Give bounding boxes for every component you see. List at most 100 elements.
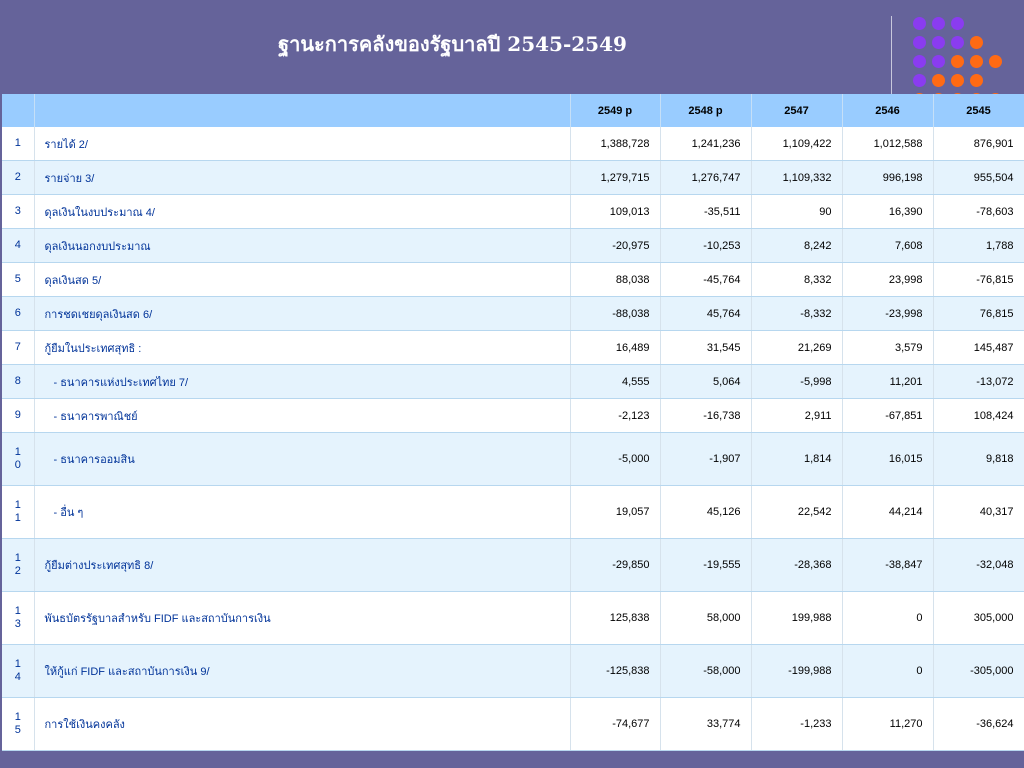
- cell-value: -5,998: [751, 364, 843, 399]
- cell-value: -29,850: [570, 538, 661, 592]
- cell-value: -67,851: [842, 398, 934, 433]
- row-index: 7: [2, 330, 35, 365]
- header-2545: 2545: [933, 94, 1024, 127]
- decorative-dot: [951, 36, 964, 49]
- decorative-dot: [951, 17, 964, 30]
- cell-value: -5,000: [570, 432, 661, 486]
- cell-value: 5,064: [660, 364, 752, 399]
- decorative-dot: [932, 55, 945, 68]
- cell-value: -20,975: [570, 228, 661, 263]
- table-row: 9- ธนาคารพาณิชย์ -2,123 -16,738 2,911 -67,85…: [2, 398, 1024, 433]
- header-index: [2, 94, 35, 127]
- header-2549p: 2549 p: [570, 94, 661, 127]
- decorative-dots: [913, 17, 1024, 94]
- cell-value: -125,838: [570, 644, 661, 698]
- table-row: 1 0- ธนาคารออมสิน -5,000 -1,907 1,814 16,015…: [2, 432, 1024, 486]
- decorative-dot: [970, 36, 983, 49]
- cell-value: 19,057: [570, 485, 661, 539]
- row-label: รายได้ 2/: [34, 127, 571, 161]
- cell-value: 1,109,332: [751, 160, 843, 195]
- cell-value: -305,000: [933, 644, 1024, 698]
- cell-value: 1,814: [751, 432, 843, 486]
- cell-value: 21,269: [751, 330, 843, 365]
- page-title: ฐานะการคลังของรัฐบาลปี 2545-2549: [278, 32, 627, 56]
- row-label: การชดเชยดุลเงินสด 6/: [34, 296, 571, 331]
- cell-value: -88,038: [570, 296, 661, 331]
- cell-value: -23,998: [842, 296, 934, 331]
- row-index: 3: [2, 194, 35, 229]
- decorative-dot: [951, 74, 964, 87]
- header-2548p: 2548 p: [660, 94, 752, 127]
- cell-value: 7,608: [842, 228, 934, 263]
- cell-value: 9,818: [933, 432, 1024, 486]
- table-row: 1 5 การใช้เงินคงคลัง -74,677 33,774 -1,233 11…: [2, 697, 1024, 751]
- cell-value: -10,253: [660, 228, 752, 263]
- cell-value: 1,012,588: [842, 127, 934, 161]
- cell-value: -199,988: [751, 644, 843, 698]
- cell-value: 88,038: [570, 262, 661, 297]
- cell-value: 11,270: [842, 697, 934, 751]
- row-index: 1 5: [2, 697, 35, 751]
- cell-value: -16,738: [660, 398, 752, 433]
- cell-value: 109,013: [570, 194, 661, 229]
- cell-value: 955,504: [933, 160, 1024, 195]
- cell-value: -28,368: [751, 538, 843, 592]
- table-row: 3 ดุลเงินในงบประมาณ 4/109,013 -35,511 90 16,…: [2, 194, 1024, 229]
- cell-value: -78,603: [933, 194, 1024, 229]
- decorative-dot: [913, 55, 926, 68]
- row-index: 4: [2, 228, 35, 263]
- cell-value: 4,555: [570, 364, 661, 399]
- cell-value: 16,390: [842, 194, 934, 229]
- cell-value: 45,764: [660, 296, 752, 331]
- header-2547: 2547: [751, 94, 843, 127]
- cell-value: 1,279,715: [570, 160, 661, 195]
- cell-value: 45,126: [660, 485, 752, 539]
- cell-value: 31,545: [660, 330, 752, 365]
- decorative-dot: [951, 55, 964, 68]
- row-label: - ธนาคารพาณิชย์: [34, 398, 571, 433]
- title-divider: [891, 16, 892, 94]
- table-row: 1 1- อื่น ๆ 19,057 45,126 22,542 44,214 40,31…: [2, 485, 1024, 539]
- decorative-dot: [932, 36, 945, 49]
- decorative-dot: [970, 74, 983, 87]
- table-row: 2 รายจ่าย 3/1,279,715 1,276,747 1,109,332 99…: [2, 160, 1024, 195]
- cell-value: 108,424: [933, 398, 1024, 433]
- cell-value: 2,911: [751, 398, 843, 433]
- cell-value: -8,332: [751, 296, 843, 331]
- header-label: [34, 94, 571, 127]
- cell-value: 1,388,728: [570, 127, 661, 161]
- table-row: 1 3 พันธบัตรรัฐบาลสำหรับ FIDF และสถาบันกา…: [2, 591, 1024, 645]
- row-index: 1 1: [2, 485, 35, 539]
- cell-value: -19,555: [660, 538, 752, 592]
- row-index: 5: [2, 262, 35, 297]
- table-row: 1 4 ให้กู้แก่ FIDF และสถาบันการเงิน 9/-12…: [2, 644, 1024, 698]
- cell-value: -76,815: [933, 262, 1024, 297]
- decorative-dot: [932, 74, 945, 87]
- row-index: 1: [2, 127, 35, 161]
- cell-value: -32,048: [933, 538, 1024, 592]
- cell-value: 199,988: [751, 591, 843, 645]
- row-label: ดุลเงินสด 5/: [34, 262, 571, 297]
- cell-value: 40,317: [933, 485, 1024, 539]
- cell-value: 305,000: [933, 591, 1024, 645]
- row-index: 6: [2, 296, 35, 331]
- cell-value: 1,109,422: [751, 127, 843, 161]
- row-index: 1 2: [2, 538, 35, 592]
- cell-value: 125,838: [570, 591, 661, 645]
- cell-value: 44,214: [842, 485, 934, 539]
- table-row: 1 2 กู้ยืมต่างประเทศสุทธิ 8/-29,850 -19,55…: [2, 538, 1024, 592]
- row-label: พันธบัตรรัฐบาลสำหรับ FIDF และสถาบันการเง…: [34, 591, 571, 645]
- cell-value: 996,198: [842, 160, 934, 195]
- header-row: 2549 p 2548 p 2547 2546 2545: [2, 94, 1024, 127]
- row-label: รายจ่าย 3/: [34, 160, 571, 195]
- row-index: 1 4: [2, 644, 35, 698]
- decorative-dot: [913, 74, 926, 87]
- table-row: 7 กู้ยืมในประเทศสุทธิ :16,489 31,545 21,269…: [2, 330, 1024, 365]
- row-label: - อื่น ๆ: [34, 485, 571, 539]
- cell-value: 876,901: [933, 127, 1024, 161]
- cell-value: 8,242: [751, 228, 843, 263]
- decorative-dot: [970, 55, 983, 68]
- row-label: กู้ยืมต่างประเทศสุทธิ 8/: [34, 538, 571, 592]
- row-label: ดุลเงินในงบประมาณ 4/: [34, 194, 571, 229]
- table-row: 6 การชดเชยดุลเงินสด 6/-88,038 45,764 -8,332…: [2, 296, 1024, 331]
